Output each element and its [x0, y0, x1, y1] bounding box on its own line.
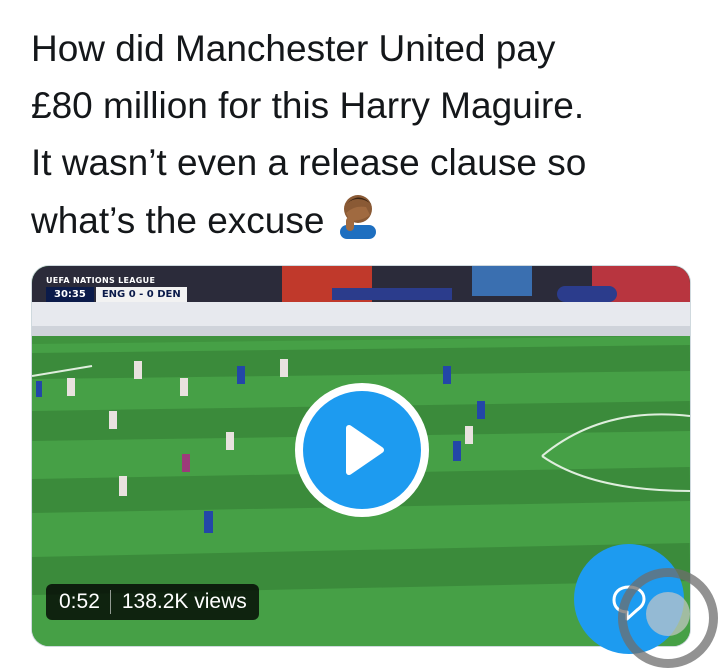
video-info-badge: 0:52 138.2K views	[46, 584, 259, 620]
view-count: 138.2K views	[121, 590, 247, 613]
match-score: ENG 0 - 0 DEN	[95, 287, 187, 302]
video-duration: 0:52	[59, 590, 100, 613]
play-icon	[346, 425, 384, 475]
tweet-line: It wasn’t even a release clause so	[31, 142, 587, 183]
scorebug: UEFA NATIONS LEAGUE 30:35 ENG 0 - 0 DEN	[46, 276, 187, 306]
tweet-line: How did Manchester United pay	[31, 28, 556, 69]
tweet-line-last: what’s the excuse	[31, 191, 701, 255]
play-button[interactable]	[295, 383, 429, 517]
tweet-line: £80 million for this Harry Maguire.	[31, 85, 585, 126]
face-palm-emoji-icon	[336, 191, 380, 255]
tweet-text: How did Manchester United pay £80 millio…	[31, 20, 701, 255]
tweet-line-text: what’s the excuse	[31, 199, 325, 241]
competition-label: UEFA NATIONS LEAGUE	[46, 276, 156, 285]
match-clock: 30:35	[46, 287, 94, 302]
touch-indicator-center	[646, 592, 690, 636]
